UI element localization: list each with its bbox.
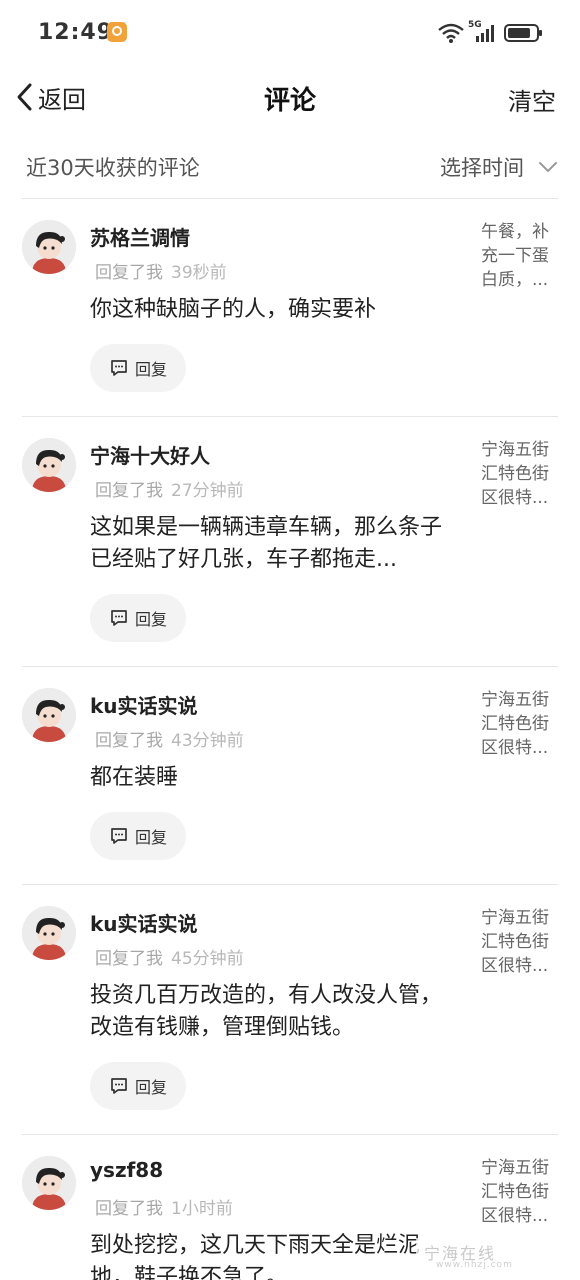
comment-username[interactable]: 苏格兰调情 [90,222,190,251]
comment-item: ku实话实说 回复了我 45分钟前 投资几百万改造的，有人改没人管，改造有钱赚，管… [0,884,580,1134]
user-avatar-icon [22,438,76,492]
comment-content[interactable]: 你这种缺脑子的人，确实要补 [90,294,450,326]
wifi-icon [438,23,464,43]
comment-content[interactable]: 这如果是一辆辆违章车辆，那么条子已经贴了好几张，车子都拖走... [90,512,450,576]
comment-username[interactable]: yszf88 [90,1158,163,1182]
comment-item: 宁海十大好人 回复了我 27分钟前 这如果是一辆辆违章车辆，那么条子已经贴了好几张… [0,416,580,666]
battery-icon [504,24,542,42]
comment-time: 27分钟前 [171,481,244,501]
nav-bar: 返回 评论 清空 [0,64,580,130]
watermark-url: www.nhzj.com [436,1260,513,1270]
comment-reply-icon [111,828,127,844]
comment-time: 43分钟前 [171,731,244,751]
signal-icon [476,25,494,42]
comment-action: 回复了我 [95,731,163,751]
comment-action: 回复了我 [95,481,163,501]
comment-item: ku实话实说 回复了我 43分钟前 都在装睡 宁海五街汇特色街区很特... 回复 [0,666,580,884]
reply-label: 回复 [134,360,167,379]
user-avatar-icon [22,688,76,742]
comment-time: 45分钟前 [171,949,244,969]
watermark: 宁海在线 www.nhzj.com [416,1238,566,1274]
comment-source[interactable]: 宁海五街汇特色街区很特... [481,688,561,760]
time-select-label: 选择时间 [440,156,524,180]
comment-source[interactable]: 宁海五街汇特色街区很特... [481,438,561,510]
comment-action: 回复了我 [95,949,163,969]
avatar[interactable] [22,438,76,492]
reply-button[interactable]: 回复 [90,344,186,392]
reply-label: 回复 [134,828,167,847]
reply-button[interactable]: 回复 [90,594,186,642]
comment-action: 回复了我 [95,263,163,283]
reply-button[interactable]: 回复 [90,1062,186,1110]
app-notification-icon [107,22,127,42]
avatar[interactable] [22,906,76,960]
comment-username[interactable]: 宁海十大好人 [90,440,210,469]
reply-button[interactable]: 回复 [90,812,186,860]
comment-time: 39秒前 [171,263,227,283]
filter-bar: 近30天收获的评论 选择时间 [0,140,580,196]
time-select[interactable]: 选择时间 [440,152,558,182]
comment-reply-icon [111,610,127,626]
reply-label: 回复 [134,1078,167,1097]
comment-meta: 回复了我 39秒前 [95,258,227,283]
comment-username[interactable]: ku实话实说 [90,690,198,719]
status-bar: 12:49 5G [0,0,580,64]
comment-time: 1小时前 [171,1199,233,1219]
clear-button[interactable]: 清空 [508,82,556,117]
comment-action: 回复了我 [95,1199,163,1219]
comment-source[interactable]: 午餐，补充一下蛋白质，... [481,220,561,292]
filter-label: 近30天收获的评论 [26,156,200,180]
user-avatar-icon [22,220,76,274]
status-time: 12:49 [38,20,114,45]
page-title: 评论 [263,86,316,116]
comment-content[interactable]: 到处挖挖，这几天下雨天全是烂泥地，鞋子换不急了。 [90,1230,450,1280]
user-avatar-icon [22,906,76,960]
reply-label: 回复 [134,610,167,629]
comment-meta: 回复了我 1小时前 [95,1194,233,1219]
avatar[interactable] [22,220,76,274]
avatar[interactable] [22,1156,76,1210]
comment-item: 苏格兰调情 回复了我 39秒前 你这种缺脑子的人，确实要补 午餐，补充一下蛋白质，… [0,198,580,416]
comment-source[interactable]: 宁海五街汇特色街区很特... [481,906,561,978]
avatar[interactable] [22,688,76,742]
comment-meta: 回复了我 43分钟前 [95,726,244,751]
comment-meta: 回复了我 27分钟前 [95,476,244,501]
comment-content[interactable]: 投资几百万改造的，有人改没人管，改造有钱赚，管理倒贴钱。 [90,980,450,1044]
comment-reply-icon [111,1078,127,1094]
comment-reply-icon [111,360,127,376]
comment-content[interactable]: 都在装睡 [90,762,450,794]
comment-username[interactable]: ku实话实说 [90,908,198,937]
comment-source[interactable]: 宁海五街汇特色街区很特... [481,1156,561,1228]
user-avatar-icon [22,1156,76,1210]
comment-meta: 回复了我 45分钟前 [95,944,244,969]
chevron-down-icon [539,162,557,173]
